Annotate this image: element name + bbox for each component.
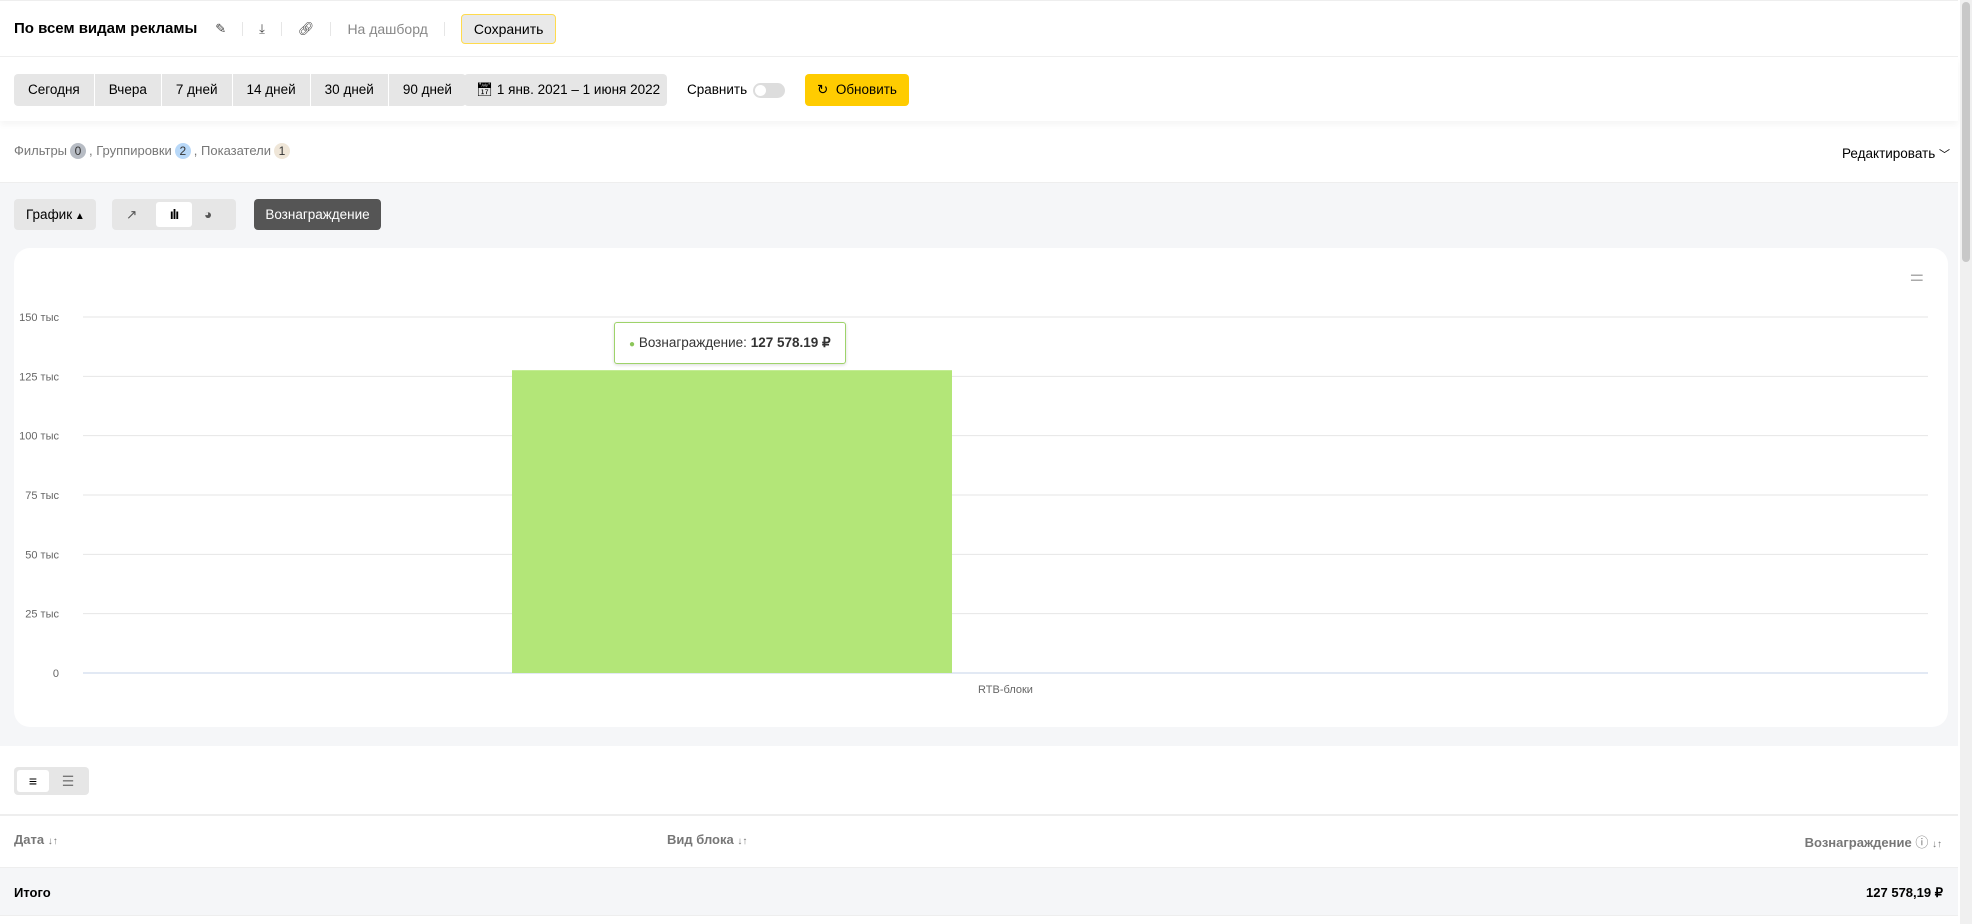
sort-icon: ↓↑ (47, 836, 58, 847)
date-range-label: 1 янв. 2021 – 1 июня 2022 (496, 82, 661, 97)
report-title: По всем видам рекламы (14, 20, 198, 37)
chart-tooltip: ● Вознаграждение: 127 578.19 ₽ (614, 322, 846, 365)
bar-chart: 0 25 тыс 50 тыс 75 тыс 100 тыс 125 тыс 150 тыс… (19, 312, 1928, 696)
refresh-icon: ↻ (817, 82, 829, 97)
edit-dropdown[interactable]: Редактировать ﹀ (1842, 146, 1950, 162)
tooltip-value: 127 578.19 ₽ (750, 335, 831, 351)
refresh-label: Обновить (835, 82, 897, 97)
flat-view-icon[interactable]: ≡ (17, 770, 49, 792)
bar-chart-icon[interactable]: ılı (156, 202, 192, 227)
download-icon[interactable]: ⤓ (259, 21, 265, 37)
column-header-block-type[interactable]: Вид блока ↓↑ (667, 832, 747, 847)
preset-yesterday[interactable]: Вчера (95, 74, 162, 106)
period-toolbar: Сегодня Вчера 7 дней 14 дней 30 дней 90 … (0, 58, 1958, 121)
refresh-button[interactable]: ↻ Обновить (805, 74, 909, 106)
period-presets: Сегодня Вчера 7 дней 14 дней 30 дней 90 … (14, 74, 466, 106)
column-block-type-label: Вид блока (667, 832, 734, 847)
chevron-up-icon: ▲ (72, 211, 85, 222)
pie-chart-icon[interactable]: ◕ (204, 199, 212, 230)
chart-type-group: ↗ ılı ◕ (112, 199, 236, 230)
help-icon[interactable]: ⓘ (1915, 835, 1928, 850)
groupings-label: , Группировки (89, 143, 172, 158)
chart-card: ⚌ 0 25 тыс 50 тыс 75 тыс 100 тыс 125 тыс 150 т… (14, 248, 1948, 727)
compare-label: Сравнить (687, 82, 748, 97)
graph-label: График (26, 207, 73, 222)
metrics-label: , Показатели (193, 143, 272, 158)
table-view-toggle: ≡ ☰ (14, 767, 89, 795)
y-tick-label: 150 тыс (19, 312, 59, 324)
line-chart-icon[interactable]: ↗ (126, 199, 137, 230)
filters-count-badge: 0 (70, 143, 87, 159)
preset-14-days[interactable]: 14 дней (233, 74, 311, 106)
preset-90-days[interactable]: 90 дней (389, 74, 466, 106)
filters-label: Фильтры (14, 143, 68, 158)
y-tick-label: 0 (53, 668, 59, 680)
divider (242, 21, 244, 36)
date-range-button[interactable]: 📅︎ 1 янв. 2021 – 1 июня 2022 (464, 74, 667, 106)
scrollbar-thumb[interactable] (1962, 2, 1970, 262)
metrics-count-badge: 1 (274, 143, 291, 159)
graph-toggle-button[interactable]: График ▲ (14, 199, 96, 230)
metric-button[interactable]: Вознаграждение (254, 199, 381, 230)
tree-view-icon[interactable]: ☰ (52, 770, 84, 792)
preset-today[interactable]: Сегодня (14, 74, 95, 106)
preset-7-days[interactable]: 7 дней (162, 74, 233, 106)
edit-pencil-icon[interactable]: ✎ (215, 21, 226, 37)
to-dashboard-link[interactable]: На дашборд (347, 21, 427, 37)
column-header-date[interactable]: Дата ↓↑ (14, 832, 58, 847)
x-tick-label: RTB-блоки (978, 684, 1033, 696)
preset-30-days[interactable]: 30 дней (311, 74, 389, 106)
divider (0, 814, 1958, 816)
sort-icon: ↓↑ (737, 836, 748, 847)
sort-icon: ↓↑ (1932, 839, 1942, 850)
calendar-icon: 📅︎ (476, 82, 494, 97)
y-tick-label: 100 тыс (19, 431, 59, 443)
series-dot-icon: ● (629, 339, 636, 351)
divider (330, 21, 332, 36)
chevron-down-icon: ﹀ (1939, 149, 1951, 161)
tooltip-label: Вознаграждение: (638, 335, 747, 351)
bar (512, 370, 952, 673)
total-value: 127 578,19 ₽ (1866, 885, 1943, 900)
report-header: По всем видам рекламы ✎ ⤓ 🔗︎ На дашборд … (0, 0, 1958, 57)
groupings-count-badge: 2 (174, 143, 191, 159)
column-header-reward[interactable]: Вознаграждение ⓘ ↓↑ (1805, 832, 1942, 851)
y-tick-label: 50 тыс (25, 549, 59, 561)
total-label: Итого (14, 885, 51, 900)
y-tick-label: 125 тыс (19, 371, 59, 383)
column-reward-label: Вознаграждение (1804, 835, 1912, 850)
y-tick-label: 25 тыс (25, 609, 59, 621)
column-date-label: Дата (14, 832, 45, 847)
edit-label: Редактировать (1842, 146, 1936, 161)
compare-toggle[interactable] (753, 83, 785, 98)
y-tick-label: 75 тыс (25, 490, 59, 502)
save-button[interactable]: Сохранить (460, 13, 557, 44)
link-icon[interactable]: 🔗︎ (298, 21, 315, 37)
divider (443, 21, 445, 36)
divider (280, 21, 282, 36)
filters-summary[interactable]: Фильтры 0, Группировки 2, Показатели 1 (14, 143, 293, 159)
total-row: Итого 127 578,19 ₽ (0, 867, 1958, 916)
